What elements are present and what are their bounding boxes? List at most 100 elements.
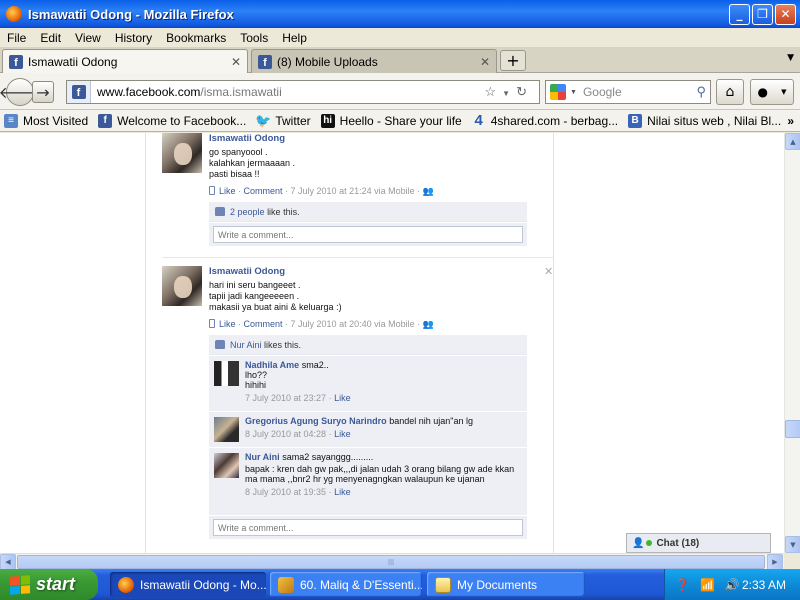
likes-line: Nur Aini likes this. [209,335,527,355]
comment-like-link[interactable]: Like [334,393,351,403]
horizontal-scrollbar[interactable]: ◀ ||| ▶ [0,553,784,570]
bookmark-label: 4shared.com - berbag... [490,113,619,128]
windows-flag-icon [10,574,30,595]
navigation-toolbar: 🡐 → f www.facebook.com /isma.ismawatii ☆… [0,73,800,110]
post-line: hari ini seru bangeeet . [209,280,301,290]
write-comment-input[interactable]: Write a comment... [213,226,523,243]
google-engine-icon[interactable] [550,84,566,100]
comment-like-link[interactable]: Like [334,429,351,439]
close-tab-icon[interactable]: ✕ [231,55,241,69]
home-button[interactable]: ⌂ [716,79,744,105]
post-author-link[interactable]: Ismawatii Odong [209,133,285,144]
like-link[interactable]: Like [219,186,236,196]
bookmark-twitter[interactable]: 🐦 Twitter [255,113,310,128]
menu-bookmarks[interactable]: Bookmarks [159,31,233,45]
bookmark-4shared[interactable]: 4 4shared.com - berbag... [472,112,619,129]
author-avatar[interactable] [162,133,202,173]
post-meta: Like · Comment · 7 July 2010 at 20:40 vi… [209,319,434,330]
menu-help[interactable]: Help [275,31,314,45]
bookmark-welcome-facebook[interactable]: f Welcome to Facebook... [98,113,246,128]
url-path: /isma.ismawatii [200,85,282,99]
menu-tools[interactable]: Tools [233,31,275,45]
comment-like-link[interactable]: Like [334,487,351,497]
network-icon[interactable]: 📶 [700,578,715,592]
likes-line: 2 people like this. [209,202,527,222]
vertical-scroll-thumb[interactable] [785,420,800,438]
commenter-avatar[interactable] [214,453,239,478]
search-magnifier-icon[interactable]: ⚲ [696,84,706,100]
scroll-down-arrow-icon[interactable]: ▼ [785,536,800,553]
close-window-button[interactable]: ✕ [775,3,796,25]
scroll-right-arrow-icon[interactable]: ▶ [767,554,783,570]
taskbar-firefox-window[interactable]: Ismawatii Odong - Mo... [110,572,266,597]
commenter-avatar[interactable] [214,361,239,386]
bookmark-star-icon[interactable]: ☆ [485,84,503,99]
comment-link[interactable]: Comment [244,186,283,196]
volume-icon[interactable]: 🔊 [725,578,740,592]
minimize-button[interactable]: _ [729,3,750,25]
chat-bar-button[interactable]: 👤 Chat (18) [626,533,771,553]
new-tab-button[interactable]: + [500,50,526,71]
forward-arrow-icon: → [36,82,50,102]
bookmark-heello[interactable]: hi Heello - Share your life [320,113,462,128]
list-tabs-icon[interactable]: ▼ [787,53,794,63]
close-tab-icon[interactable]: ✕ [480,55,490,69]
horizontal-scroll-thumb[interactable]: ||| [17,555,765,569]
menu-history[interactable]: History [108,31,159,45]
addon-button[interactable]: ● ▼ [750,79,794,105]
likes-count-link[interactable]: 2 people [230,207,265,217]
more-bookmarks-chevron-icon[interactable]: » [787,114,794,128]
menu-view[interactable]: View [68,31,108,45]
mobile-phone-icon [209,319,215,328]
heello-icon: hi [320,113,335,128]
back-button[interactable]: 🡐 [0,78,41,106]
liker-name-link[interactable]: Nur Aini [230,340,262,350]
audience-people-icon[interactable]: 👥 [423,186,434,196]
tab-mobile-uploads[interactable]: f (8) Mobile Uploads ✕ [251,49,497,73]
feedback-box: Nur Aini likes this. Nadhila Ame sma2.. … [209,335,527,539]
bookmark-most-visited[interactable]: ≡ Most Visited [4,113,88,128]
windows-taskbar: start Ismawatii Odong - Mo... 60. Maliq … [0,569,800,600]
facebook-favicon-icon: f [9,54,23,69]
vertical-scrollbar[interactable]: ▲ ▼ [784,133,800,553]
post-separator [162,257,554,258]
post-author-link[interactable]: Ismawatii Odong [209,266,285,277]
forward-button[interactable]: → [32,81,54,103]
commenter-name-link[interactable]: Nur Aini [245,452,280,462]
like-link[interactable]: Like [219,319,236,329]
scroll-left-arrow-icon[interactable]: ◀ [0,554,16,570]
bookmarks-toolbar: ≡ Most Visited f Welcome to Facebook... 🐦 T… [0,110,800,132]
site-identity-icon[interactable]: f [67,81,91,103]
maximize-button[interactable]: ❐ [752,3,773,25]
reload-icon[interactable]: ↻ [516,84,533,99]
url-bar[interactable]: f www.facebook.com /isma.ismawatii ☆▼↻ [66,80,540,104]
author-avatar[interactable] [162,266,202,306]
audience-people-icon[interactable]: 👥 [423,319,434,329]
tab-ismawatii-odong[interactable]: f Ismawatii Odong ✕ [2,49,248,73]
comment-link[interactable]: Comment [244,319,283,329]
taskbar-media-player[interactable]: 60. Maliq & D'Essenti... [270,572,422,597]
menu-edit[interactable]: Edit [33,31,68,45]
url-dropdown-icon[interactable]: ▼ [502,89,516,98]
comment-box: Write a comment... [209,222,527,246]
write-comment-input[interactable]: Write a comment... [213,519,523,536]
commenter-name-link[interactable]: Gregorius Agung Suryo Narindro [245,416,387,426]
comment-item: Nur Aini sama2 sayanggg......... bapak :… [209,447,527,515]
search-bar[interactable]: ▼ Google ⚲ [545,80,711,104]
likes-suffix: like this. [267,206,300,217]
bookmark-nilai-situs[interactable]: B Nilai situs web , Nilai Bl... [628,113,781,128]
comment-item: Gregorius Agung Suryo Narindro bandel ni… [209,411,527,447]
commenter-avatar[interactable] [214,417,239,442]
taskbar-my-documents[interactable]: My Documents [427,572,585,597]
menu-bar: File Edit View History Bookmarks Tools H… [0,28,800,47]
home-icon: ⌂ [725,84,735,100]
blog-icon: B [628,113,643,128]
start-button[interactable]: start [0,569,98,600]
menu-file[interactable]: File [0,31,33,45]
engine-dropdown-icon[interactable]: ▼ [570,89,577,96]
help-icon[interactable]: ❓ [675,578,690,592]
media-player-icon [278,576,294,593]
post-line: go spanyoool . [209,147,268,157]
scroll-up-arrow-icon[interactable]: ▲ [785,133,800,150]
commenter-name-link[interactable]: Nadhila Ame [245,360,299,370]
